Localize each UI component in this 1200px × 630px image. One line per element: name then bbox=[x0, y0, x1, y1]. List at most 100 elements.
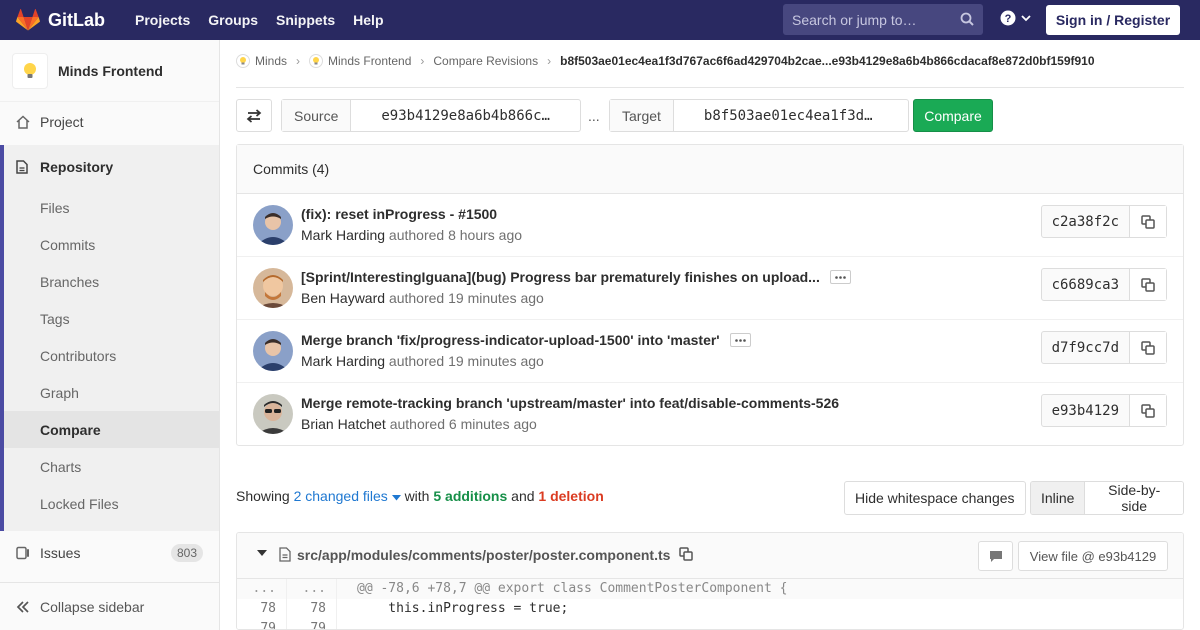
author-avatar[interactable] bbox=[253, 268, 293, 308]
commits-list: Commits (4) (fix): reset inProgress - #1… bbox=[236, 144, 1184, 446]
commit-author[interactable]: Mark Harding bbox=[301, 353, 385, 369]
sidebar-item-label: Repository bbox=[40, 158, 114, 175]
stats-with: with bbox=[404, 488, 430, 504]
nav-snippets[interactable]: Snippets bbox=[276, 12, 335, 28]
nav-projects[interactable]: Projects bbox=[135, 12, 190, 28]
sidebar-project-header[interactable]: Minds Frontend bbox=[0, 40, 219, 102]
gitlab-logo-icon bbox=[16, 9, 40, 31]
sidebar-item-label: Issues bbox=[40, 544, 81, 561]
diff-code: @@ -78,6 +78,7 @@ export class CommentPo… bbox=[357, 581, 788, 596]
old-line-number[interactable]: 78 bbox=[237, 599, 287, 619]
author-avatar[interactable] bbox=[253, 205, 293, 245]
commit-title[interactable]: [Sprint/InterestingIguana](bug) Progress… bbox=[301, 269, 851, 285]
breadcrumb-compare-revisions[interactable]: Compare Revisions bbox=[433, 54, 538, 68]
copy-sha-button[interactable] bbox=[1130, 206, 1166, 237]
breadcrumb-minds[interactable]: Minds bbox=[236, 54, 287, 68]
sidebar-item-graph[interactable]: Graph bbox=[4, 374, 219, 411]
commit-time: 8 hours ago bbox=[448, 227, 523, 243]
sidebar-item-compare[interactable]: Compare bbox=[4, 411, 219, 448]
sidebar-item-charts[interactable]: Charts bbox=[4, 448, 219, 485]
author-avatar[interactable] bbox=[253, 394, 293, 434]
breadcrumb-label: Minds Frontend bbox=[328, 54, 412, 68]
commit-sha[interactable]: c6689ca3 bbox=[1042, 269, 1130, 300]
compare-button[interactable]: Compare bbox=[913, 99, 993, 132]
changed-files-dropdown[interactable]: 2 changed files bbox=[294, 488, 401, 504]
stats-showing: Showing bbox=[236, 488, 290, 504]
copy-sha-button[interactable] bbox=[1130, 269, 1166, 300]
copy-sha-button[interactable] bbox=[1130, 332, 1166, 363]
breadcrumb-separator-icon: › bbox=[547, 54, 552, 68]
comment-icon bbox=[989, 551, 1002, 562]
copy-sha-button[interactable] bbox=[1130, 395, 1166, 426]
sidebar-item-issues[interactable]: Issues 803 bbox=[0, 534, 219, 571]
caret-down-icon[interactable] bbox=[257, 550, 267, 557]
commit-title-text[interactable]: Merge branch 'fix/progress-indicator-upl… bbox=[301, 332, 720, 348]
nav-groups[interactable]: Groups bbox=[208, 12, 258, 28]
commits-header: Commits (4) bbox=[237, 145, 1183, 194]
caret-down-icon bbox=[391, 495, 401, 501]
commit-sha-group: c2a38f2c bbox=[1040, 205, 1167, 238]
copy-icon[interactable] bbox=[679, 547, 693, 561]
breadcrumb-minds-frontend[interactable]: Minds Frontend bbox=[309, 54, 411, 68]
commit-title-text[interactable]: (fix): reset inProgress - #1500 bbox=[301, 206, 497, 222]
commit-title-text[interactable]: [Sprint/InterestingIguana](bug) Progress… bbox=[301, 269, 820, 285]
file-path[interactable]: src/app/modules/comments/poster/poster.c… bbox=[297, 547, 670, 563]
sidebar-item-branches[interactable]: Branches bbox=[4, 263, 219, 300]
old-line-number[interactable]: ... bbox=[237, 579, 287, 599]
commit-title[interactable]: (fix): reset inProgress - #1500 bbox=[301, 206, 497, 222]
commit-time: 19 minutes ago bbox=[448, 290, 544, 306]
sidebar-item-repository[interactable]: Repository bbox=[0, 148, 219, 185]
sidebar-item-project[interactable]: Project bbox=[0, 103, 219, 140]
expand-message-button[interactable] bbox=[829, 270, 851, 284]
sidebar-item-contributors[interactable]: Contributors bbox=[4, 337, 219, 374]
new-line-number[interactable]: 78 bbox=[287, 599, 337, 619]
commit-author[interactable]: Mark Harding bbox=[301, 227, 385, 243]
source-revision-value[interactable]: e93b4129e8a6b4b866c… bbox=[351, 100, 550, 131]
target-revision-selector[interactable]: Target b8f503ae01ec4ea1f3d… bbox=[609, 99, 909, 132]
commit-title[interactable]: Merge branch 'fix/progress-indicator-upl… bbox=[301, 332, 751, 348]
commit-meta: Brian Hatchet authored 6 minutes ago bbox=[301, 416, 537, 432]
author-avatar[interactable] bbox=[253, 331, 293, 371]
view-file-button[interactable]: View file @ e93b4129 bbox=[1018, 541, 1168, 571]
breadcrumb-current[interactable]: b8f503ae01ec4ea1f3d767ac6f6ad429704b2cae… bbox=[560, 54, 1094, 68]
expand-message-button[interactable] bbox=[729, 333, 751, 347]
search-box[interactable] bbox=[783, 4, 983, 35]
sidebar-item-commits[interactable]: Commits bbox=[4, 226, 219, 263]
side-by-side-view-button[interactable]: Side-by-side bbox=[1085, 482, 1183, 514]
sidebar-item-files[interactable]: Files bbox=[4, 189, 219, 226]
commit-sha[interactable]: d7f9cc7d bbox=[1042, 332, 1130, 363]
changed-files-label: 2 changed files bbox=[293, 488, 388, 504]
swap-revisions-button[interactable] bbox=[236, 99, 272, 132]
hide-whitespace-button[interactable]: Hide whitespace changes bbox=[844, 481, 1026, 515]
commit-title-text[interactable]: Merge remote-tracking branch 'upstream/m… bbox=[301, 395, 839, 411]
sign-in-button[interactable]: Sign in / Register bbox=[1046, 5, 1180, 35]
sidebar-item-tags[interactable]: Tags bbox=[4, 300, 219, 337]
issues-count-badge: 803 bbox=[170, 543, 203, 562]
commit-author[interactable]: Ben Hayward bbox=[301, 290, 385, 306]
sidebar-item-locked-files[interactable]: Locked Files bbox=[4, 485, 219, 522]
toggle-comments-button[interactable] bbox=[978, 541, 1013, 571]
commit-title[interactable]: Merge remote-tracking branch 'upstream/m… bbox=[301, 395, 839, 411]
new-line-number[interactable]: ... bbox=[287, 579, 337, 599]
help-dropdown[interactable]: ? bbox=[1000, 10, 1032, 26]
commit-meta: Mark Harding authored 19 minutes ago bbox=[301, 353, 544, 369]
search-input[interactable] bbox=[792, 11, 952, 28]
sidebar-item-label: Project bbox=[40, 113, 84, 130]
target-revision-value[interactable]: b8f503ae01ec4ea1f3d… bbox=[674, 100, 873, 131]
commit-sha[interactable]: c2a38f2c bbox=[1042, 206, 1130, 237]
commit-row: (fix): reset inProgress - #1500 Mark Har… bbox=[237, 194, 1183, 257]
gitlab-brand[interactable]: GitLab bbox=[16, 9, 105, 31]
svg-text:?: ? bbox=[1005, 13, 1012, 25]
lightbulb-icon bbox=[24, 62, 36, 78]
commit-time: 19 minutes ago bbox=[448, 353, 544, 369]
lightbulb-icon bbox=[309, 54, 324, 68]
project-name: Minds Frontend bbox=[58, 62, 163, 79]
old-line-number[interactable]: 79 bbox=[237, 619, 287, 629]
collapse-sidebar-button[interactable]: Collapse sidebar bbox=[0, 582, 219, 630]
commit-sha[interactable]: e93b4129 bbox=[1042, 395, 1130, 426]
source-revision-selector[interactable]: Source e93b4129e8a6b4b866c… bbox=[281, 99, 581, 132]
nav-help[interactable]: Help bbox=[353, 12, 383, 28]
commit-author[interactable]: Brian Hatchet bbox=[301, 416, 386, 432]
new-line-number[interactable]: 79 bbox=[287, 619, 337, 629]
inline-view-button[interactable]: Inline bbox=[1031, 482, 1086, 514]
